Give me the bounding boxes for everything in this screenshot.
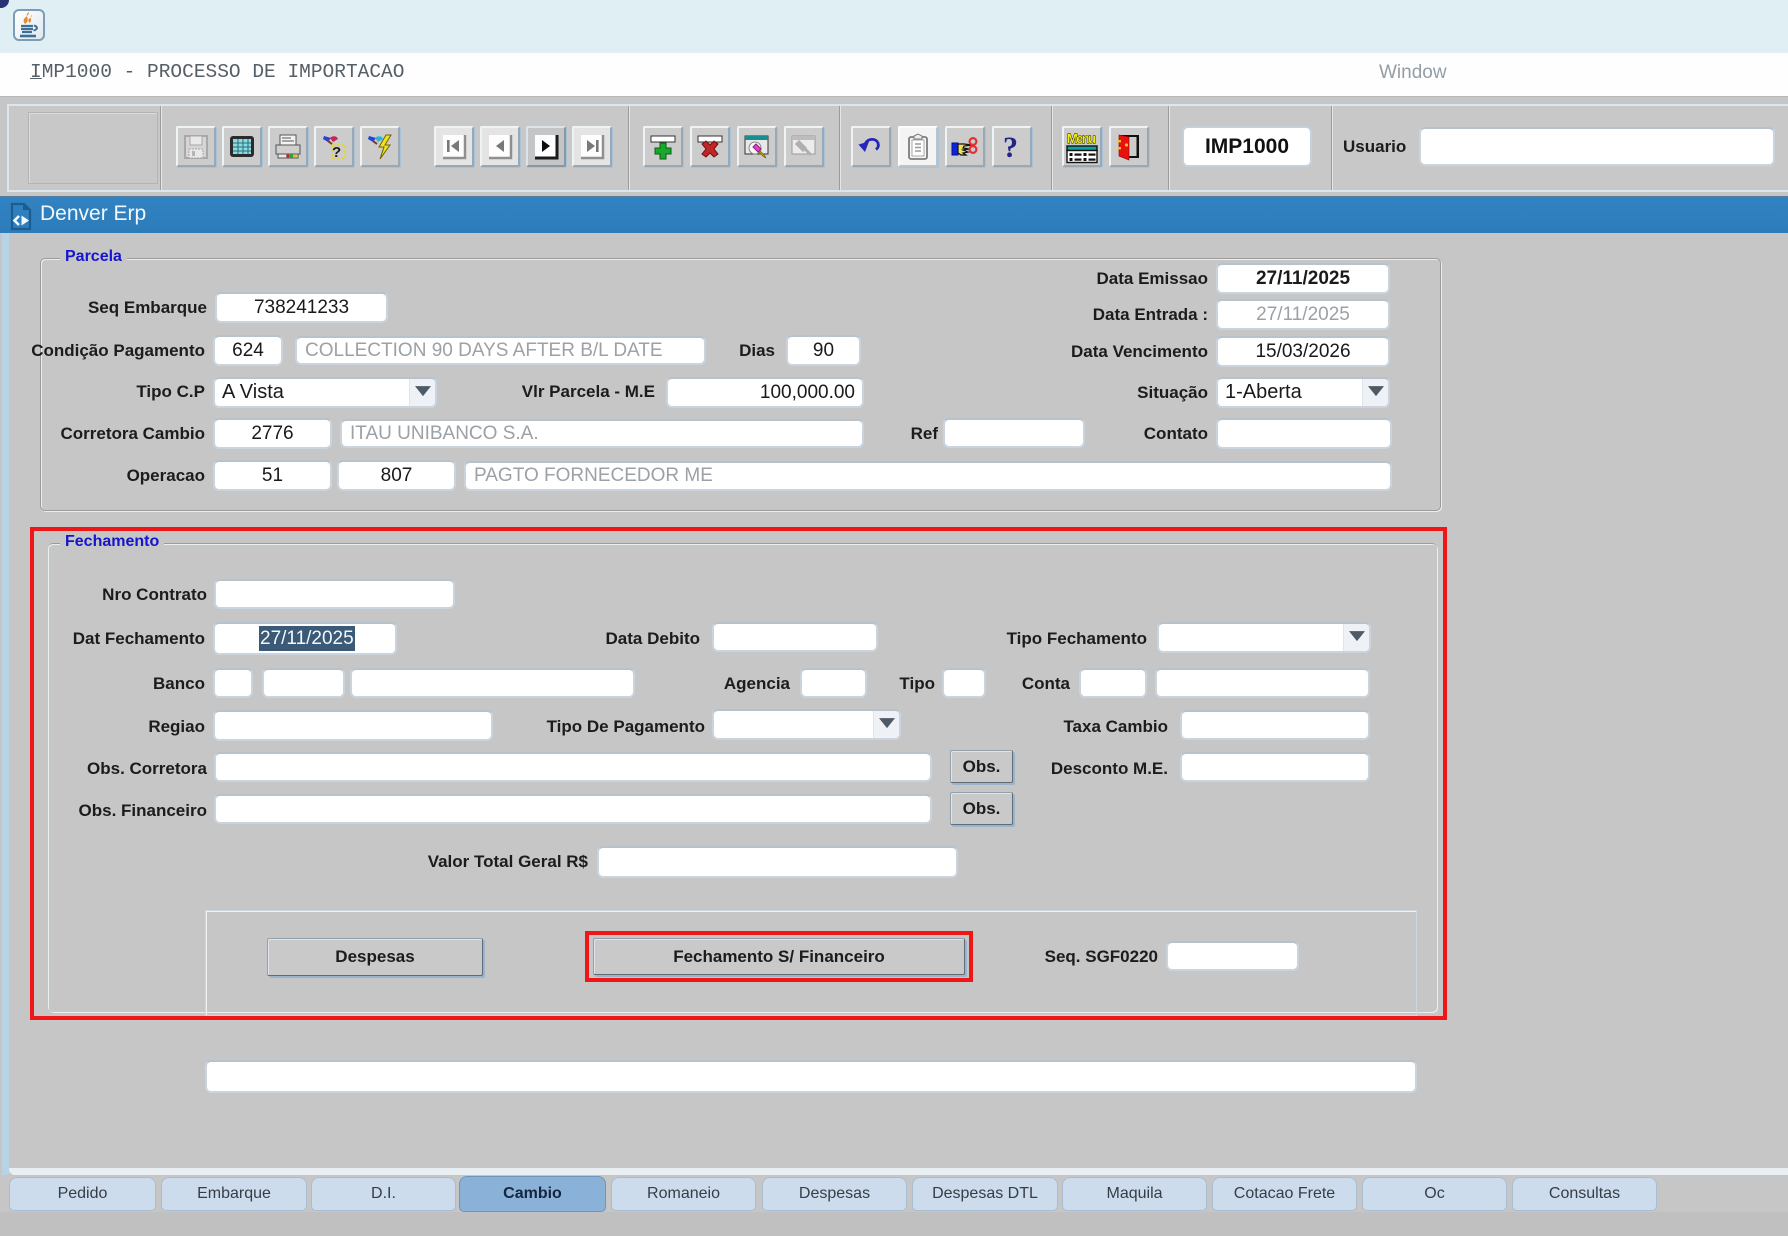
svg-text:?: ?	[332, 144, 341, 161]
svg-text:Menu: Menu	[1067, 131, 1096, 146]
svg-text:?: ?	[1003, 132, 1018, 162]
